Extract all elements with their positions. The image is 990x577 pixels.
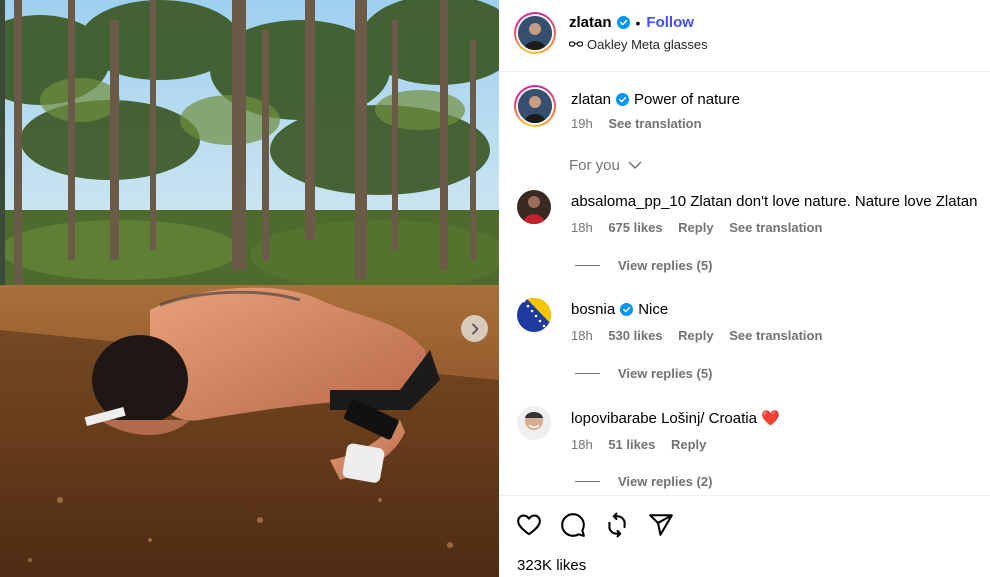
- comment-avatar[interactable]: [517, 406, 551, 440]
- location-text[interactable]: Oakley Meta glasses: [587, 37, 708, 52]
- caption-see-translation[interactable]: See translation: [608, 116, 701, 131]
- verified-icon: [616, 16, 630, 29]
- comment-sort-dropdown[interactable]: For you: [569, 157, 642, 174]
- comment-reply-button[interactable]: Reply: [678, 220, 713, 235]
- post-likes-count[interactable]: 323K likes: [517, 557, 586, 574]
- comment-2: bosnia Nice: [571, 300, 668, 319]
- separator-dot: •: [635, 14, 641, 31]
- view-replies-button[interactable]: View replies (2): [575, 474, 712, 489]
- post-header: zlatan • Follow Oakley Meta glasses: [499, 0, 990, 72]
- view-replies-label: View replies (5): [618, 366, 713, 381]
- caption: zlatan Power of nature: [571, 90, 740, 109]
- view-replies-button[interactable]: View replies (5): [575, 366, 712, 381]
- like-button[interactable]: [516, 512, 542, 538]
- comment-1: absaloma_pp_10 Zlatan don't love nature.…: [571, 192, 977, 211]
- view-replies-label: View replies (2): [618, 474, 713, 489]
- caption-text: Power of nature: [634, 91, 740, 108]
- view-replies-label: View replies (5): [618, 258, 713, 273]
- follow-button[interactable]: Follow: [646, 14, 694, 31]
- bosnia-flag-icon: [517, 298, 551, 332]
- caption-meta: 19h See translation: [571, 116, 714, 131]
- comment-likes[interactable]: 51 likes: [608, 437, 655, 452]
- sort-label: For you: [569, 157, 620, 174]
- share-button[interactable]: [648, 512, 674, 538]
- post-panel: zlatan • Follow Oakley Meta glasses zlat…: [499, 0, 990, 577]
- comment-text: Nice: [638, 301, 669, 318]
- share-icon: [649, 514, 673, 536]
- comment-username[interactable]: lopovibarabe: [571, 410, 657, 427]
- comment-likes[interactable]: 530 likes: [608, 328, 662, 343]
- replies-divider: [575, 373, 600, 374]
- action-bar: [516, 512, 674, 538]
- comment-icon: [561, 513, 585, 537]
- post-footer: 323K likes: [499, 495, 990, 577]
- caption-time[interactable]: 19h: [571, 116, 593, 131]
- replies-divider: [575, 481, 600, 482]
- comment-reply-button[interactable]: Reply: [678, 328, 713, 343]
- comment-time[interactable]: 18h: [571, 437, 593, 452]
- heart-icon: [517, 514, 541, 536]
- author-username[interactable]: zlatan: [569, 14, 612, 31]
- comment-text: Zlatan don't love nature. Nature love Zl…: [690, 193, 978, 210]
- verified-icon: [620, 303, 634, 316]
- comment-avatar[interactable]: [517, 190, 551, 224]
- comment-meta: 18h 51 likes Reply: [571, 437, 718, 452]
- comment-username[interactable]: absaloma_pp_10: [571, 193, 686, 210]
- comment-time[interactable]: 18h: [571, 220, 593, 235]
- comment-button[interactable]: [560, 512, 586, 538]
- comment-meta: 18h 675 likes Reply See translation: [571, 220, 834, 235]
- caption-avatar[interactable]: [514, 85, 556, 127]
- author-avatar[interactable]: [514, 12, 556, 54]
- chevron-right-icon: [471, 323, 478, 334]
- next-photo-button[interactable]: [461, 315, 488, 342]
- comment-text: Lošinj/ Croatia ❤️: [661, 410, 780, 427]
- comment-see-translation[interactable]: See translation: [729, 220, 822, 235]
- verified-icon: [616, 93, 630, 106]
- comment-time[interactable]: 18h: [571, 328, 593, 343]
- chevron-down-icon: [628, 161, 642, 169]
- view-replies-button[interactable]: View replies (5): [575, 258, 712, 273]
- replies-divider: [575, 265, 600, 266]
- post-photo: [0, 0, 499, 577]
- comment-meta: 18h 530 likes Reply See translation: [571, 328, 834, 343]
- repost-icon: [608, 512, 626, 538]
- comment-3: lopovibarabe Lošinj/ Croatia ❤️: [571, 409, 780, 428]
- caption-username[interactable]: zlatan: [571, 90, 611, 109]
- photo-scene: [0, 0, 499, 577]
- comment-username[interactable]: bosnia: [571, 300, 615, 319]
- comment-reply-button[interactable]: Reply: [671, 437, 706, 452]
- comment-see-translation[interactable]: See translation: [729, 328, 822, 343]
- comment-avatar[interactable]: [517, 298, 551, 332]
- comment-likes[interactable]: 675 likes: [608, 220, 662, 235]
- repost-button[interactable]: [604, 512, 630, 538]
- glasses-icon: [569, 40, 583, 47]
